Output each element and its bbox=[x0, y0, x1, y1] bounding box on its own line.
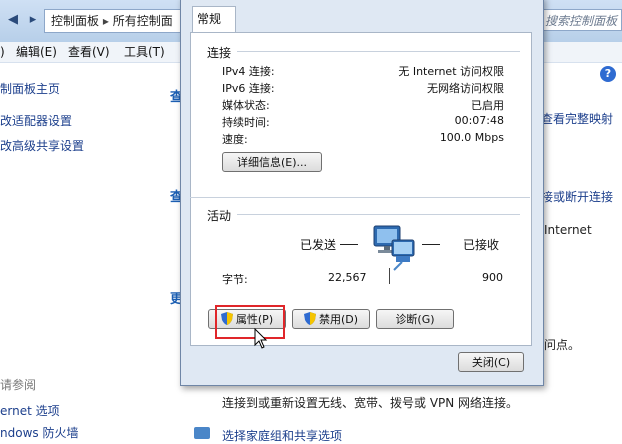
breadcrumb[interactable]: 控制面板 ▸ 所有控制面 bbox=[44, 9, 192, 33]
media-state-label: 媒体状态: bbox=[222, 99, 270, 112]
internet-options-link[interactable]: ernet 选项 bbox=[0, 402, 60, 419]
disable-button[interactable]: 禁用(D) bbox=[292, 309, 370, 329]
tab-general-label[interactable]: 常规 bbox=[197, 10, 221, 27]
received-dash bbox=[422, 244, 440, 245]
ipv4-value: 无 Internet 访问权限 bbox=[398, 65, 504, 78]
menu-view[interactable]: 查看(V) bbox=[68, 42, 110, 62]
advanced-sharing-link[interactable]: 改高级共享设置 bbox=[0, 137, 84, 154]
details-button[interactable]: 详细信息(E)... bbox=[222, 152, 322, 172]
all-items-crumb[interactable]: 所有控制面 bbox=[113, 14, 173, 28]
internet-label: Internet bbox=[544, 223, 592, 237]
speed-label: 速度: bbox=[222, 133, 248, 146]
uac-shield-icon bbox=[303, 312, 316, 325]
network-computers-icon bbox=[373, 225, 415, 271]
duration-value: 00:07:48 bbox=[454, 114, 504, 127]
connection-group-title: 连接 bbox=[207, 46, 232, 60]
search-input[interactable]: 搜索控制面板 bbox=[540, 9, 622, 31]
activity-group-title: 活动 bbox=[207, 209, 232, 223]
menu-edit[interactable]: 编辑(E) bbox=[16, 42, 57, 62]
bytes-received-value: 900 bbox=[482, 271, 503, 284]
ipv6-value: 无网络访问权限 bbox=[427, 82, 504, 95]
close-button[interactable]: 关闭(C) bbox=[458, 352, 524, 372]
menu-tools[interactable]: 工具(T) bbox=[124, 42, 165, 62]
activity-divider bbox=[389, 268, 390, 284]
help-icon[interactable]: ? bbox=[600, 66, 616, 82]
homegroup-link[interactable]: 选择家庭组和共享选项 bbox=[222, 427, 342, 444]
sent-label: 已发送 bbox=[300, 238, 337, 252]
diagnose-button[interactable]: 诊断(G) bbox=[376, 309, 454, 329]
view-full-map-link[interactable]: 查看完整映射 bbox=[541, 110, 613, 127]
forward-arrow-icon[interactable]: ▸ bbox=[22, 10, 44, 30]
control-panel-crumb[interactable]: 控制面板 bbox=[51, 14, 99, 28]
ipv4-label: IPv4 连接: bbox=[222, 65, 275, 78]
disable-button-label: 禁用(D) bbox=[318, 313, 359, 326]
bytes-label: 字节: bbox=[222, 273, 248, 286]
control-panel-home-link[interactable]: 制面板主页 bbox=[0, 80, 60, 97]
setup-connection-text: 连接到或重新设置无线、宽带、拨号或 VPN 网络连接。 bbox=[222, 396, 519, 410]
see-also-title: 请参阅 bbox=[0, 378, 37, 392]
bytes-sent-value: 22,567 bbox=[328, 271, 367, 284]
back-arrow-icon[interactable]: ◀ bbox=[2, 10, 24, 30]
access-point-text: 问点。 bbox=[544, 338, 581, 352]
group-divider bbox=[237, 214, 520, 215]
group-divider bbox=[237, 51, 520, 52]
windows-firewall-link[interactable]: ndows 防火墙 bbox=[0, 424, 78, 441]
sent-dash bbox=[340, 244, 358, 245]
section-divider bbox=[190, 197, 530, 198]
homegroup-icon bbox=[194, 427, 210, 439]
highlight-box bbox=[215, 305, 285, 339]
speed-value: 100.0 Mbps bbox=[439, 131, 504, 144]
received-label: 已接收 bbox=[463, 238, 500, 252]
media-state-value: 已启用 bbox=[471, 99, 504, 112]
duration-label: 持续时间: bbox=[222, 116, 270, 129]
connect-disconnect-link[interactable]: 接或断开连接 bbox=[541, 188, 613, 205]
menu-file-fragment[interactable]: ) bbox=[0, 42, 5, 62]
adapter-settings-link[interactable]: 改适配器设置 bbox=[0, 112, 72, 129]
ipv6-label: IPv6 连接: bbox=[222, 82, 275, 95]
mouse-cursor-icon bbox=[254, 328, 268, 349]
